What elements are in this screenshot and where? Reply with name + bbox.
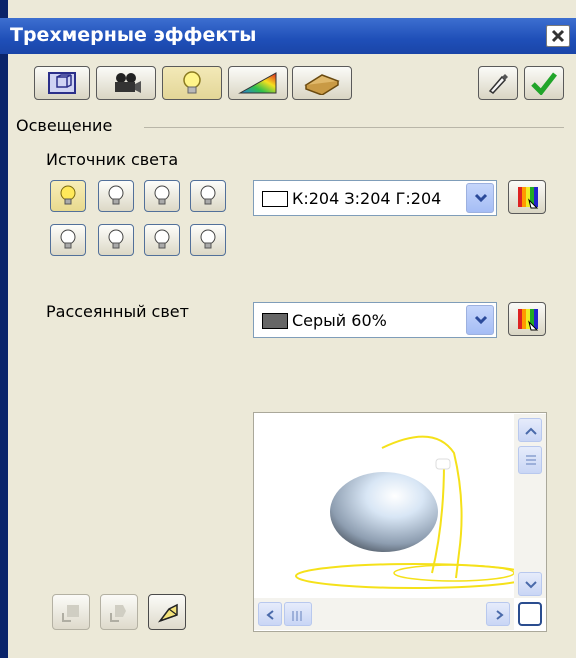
bulb-icon bbox=[183, 71, 201, 94]
preview-corner-button[interactable] bbox=[518, 602, 542, 626]
light-color-palette-button[interactable] bbox=[508, 180, 546, 214]
brick-icon bbox=[304, 74, 340, 95]
section-divider bbox=[144, 127, 564, 128]
ambient-color-value: Серый 60% bbox=[292, 311, 387, 330]
shading-button[interactable] bbox=[96, 66, 156, 100]
ambient-light-label: Рассеянный свет bbox=[46, 302, 189, 321]
close-icon bbox=[551, 29, 565, 43]
light-source-6-button[interactable] bbox=[98, 224, 134, 256]
color-palette-icon bbox=[518, 187, 539, 209]
color-palette-icon bbox=[518, 309, 539, 331]
ambient-color-swatch bbox=[262, 313, 288, 329]
preview-vertical-scrollbar[interactable] bbox=[514, 414, 546, 598]
ambient-color-dropdown-button[interactable] bbox=[466, 305, 494, 335]
grip-icon bbox=[526, 455, 536, 465]
light-source-4-button[interactable] bbox=[190, 180, 226, 212]
assign-button[interactable] bbox=[478, 66, 518, 100]
bulb-off-icon bbox=[108, 229, 124, 249]
bulb-off-icon bbox=[60, 229, 76, 249]
scroll-right-button[interactable] bbox=[486, 602, 510, 626]
perspective-toggle-button[interactable] bbox=[148, 594, 186, 630]
chevron-down-icon bbox=[474, 193, 488, 203]
apply-button[interactable] bbox=[524, 66, 564, 100]
chevron-down-icon bbox=[474, 315, 488, 325]
geometry-button[interactable] bbox=[34, 66, 90, 100]
bulb-off-icon bbox=[200, 185, 216, 205]
light-source-label: Источник света bbox=[46, 150, 179, 169]
convert-to-lathe-button[interactable] bbox=[100, 594, 138, 630]
preview-sphere bbox=[330, 472, 438, 552]
perspective-icon bbox=[157, 603, 178, 623]
convert-to-3d-button[interactable] bbox=[52, 594, 90, 630]
scroll-up-button[interactable] bbox=[518, 418, 542, 442]
dialog-window: Трехмерные эффекты Освещение Источник св… bbox=[0, 0, 576, 658]
grip-icon bbox=[292, 611, 302, 621]
light-source-7-button[interactable] bbox=[144, 224, 180, 256]
light-color-dropdown-button[interactable] bbox=[466, 183, 494, 213]
convert-3d-icon bbox=[62, 605, 79, 622]
camera-icon bbox=[115, 73, 141, 93]
light-source-2-button[interactable] bbox=[98, 180, 134, 212]
ambient-color-dropdown[interactable]: Серый 60% bbox=[253, 302, 497, 338]
scroll-left-button[interactable] bbox=[258, 602, 282, 626]
vertical-scroll-thumb[interactable] bbox=[518, 446, 542, 474]
window-left-border bbox=[0, 0, 8, 658]
bulb-on-icon bbox=[60, 185, 76, 205]
eyedropper-icon bbox=[488, 74, 508, 94]
bulb-off-icon bbox=[200, 229, 216, 249]
window-title: Трехмерные эффекты bbox=[10, 24, 257, 46]
ambient-color-palette-button[interactable] bbox=[508, 302, 546, 336]
gradient-icon bbox=[238, 72, 277, 94]
bulb-off-icon bbox=[154, 185, 170, 205]
light-source-8-button[interactable] bbox=[190, 224, 226, 256]
lathe-icon bbox=[110, 605, 126, 622]
light-source-5-button[interactable] bbox=[50, 224, 86, 256]
light-source-1-button[interactable] bbox=[50, 180, 86, 212]
textures-button[interactable] bbox=[228, 66, 288, 100]
cube-icon bbox=[48, 72, 76, 94]
scroll-down-button[interactable] bbox=[518, 572, 542, 596]
bulb-off-icon bbox=[154, 229, 170, 249]
preview-scene bbox=[295, 435, 516, 589]
preview-horizontal-scrollbar[interactable] bbox=[254, 598, 514, 630]
light-color-swatch bbox=[262, 191, 288, 207]
illumination-button[interactable] bbox=[162, 66, 222, 100]
light-position-handle bbox=[435, 458, 451, 470]
chevron-down-icon bbox=[525, 581, 537, 589]
chevron-right-icon bbox=[496, 610, 504, 620]
close-button[interactable] bbox=[546, 25, 570, 47]
light-color-value: К:204 З:204 Г:204 bbox=[292, 189, 442, 208]
light-source-3-button[interactable] bbox=[144, 180, 180, 212]
bulb-off-icon bbox=[108, 185, 124, 205]
section-illumination-label: Освещение bbox=[16, 116, 113, 135]
chevron-up-icon bbox=[525, 427, 537, 435]
horizontal-scroll-thumb[interactable] bbox=[284, 602, 312, 626]
material-button[interactable] bbox=[292, 66, 352, 100]
check-icon bbox=[531, 72, 557, 95]
light-color-dropdown[interactable]: К:204 З:204 Г:204 bbox=[253, 180, 497, 216]
chevron-left-icon bbox=[266, 610, 274, 620]
